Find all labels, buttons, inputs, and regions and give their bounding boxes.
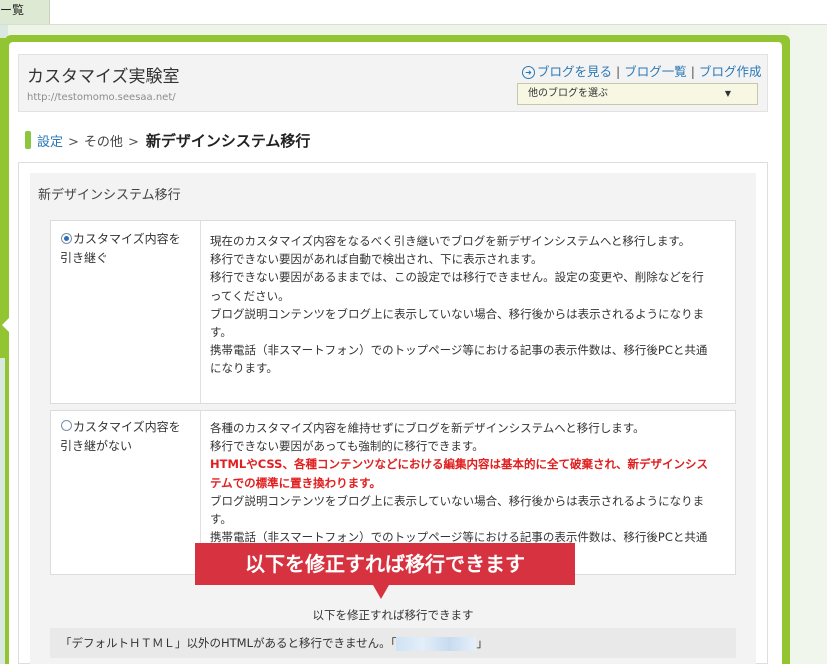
option-keep-description: 現在のカスタマイズ内容をなるべく引き継いでブログを新デザインシステムへと移行しま… xyxy=(210,232,715,378)
link-separator: | xyxy=(690,64,695,79)
caret-down-icon: ▼ xyxy=(724,89,731,98)
breadcrumb-arrow: > xyxy=(68,135,79,150)
option-keep-label[interactable]: カスタマイズ内容を引き継ぐ xyxy=(60,230,190,268)
breadcrumb-other: その他 xyxy=(83,135,123,150)
description-line: 移行できない要因があれば自動で検出され、下に表示されます。 xyxy=(210,252,543,267)
right-backdrop xyxy=(790,25,827,664)
description-line: ブログ説明コンテンツをブログ上に表示していない場合、移行後からは表示されるように… xyxy=(210,493,705,527)
breadcrumb-settings-link[interactable]: 設定 xyxy=(37,135,63,150)
blog-list-link[interactable]: ブログ一覧 xyxy=(624,64,687,79)
top-tab-list[interactable]: ー覧 xyxy=(0,0,50,24)
blog-title: カスタマイズ実験室 xyxy=(27,67,180,87)
circle-arrow-icon: ➜ xyxy=(522,66,535,79)
option-divider xyxy=(200,221,201,403)
page-title: 新デザインシステム移行 xyxy=(145,132,311,150)
issue-text: 「デフォルトＨＴＭＬ」以外のHTMLがあると移行できません。「 xyxy=(60,636,397,650)
description-line: 各種のカスタマイズ内容を維持せずにブログを新デザインシステムへと移行します。 xyxy=(210,421,645,435)
warning-text: HTMLやCSS、各種コンテンツなどにおける編集内容は基本的に全て破棄され、新デ… xyxy=(210,457,709,490)
description-line: 移行できない要因があっても強制的に移行できます。 xyxy=(210,439,484,454)
blog-select[interactable]: 他のブログを選ぶ ▼ xyxy=(517,83,758,105)
issue-text-end: 」 xyxy=(476,636,488,650)
description-line: 携帯電話（非スマートフォン）でのトップページ等における記事の表示件数は、移行後P… xyxy=(210,343,708,376)
callout-pointer-icon xyxy=(373,585,389,599)
redacted-template-name xyxy=(396,636,477,651)
description-line: ブログ説明コンテンツをブログ上に表示していない場合、移行後からは表示されるように… xyxy=(210,306,705,340)
blog-select-value: 他のブログを選ぶ xyxy=(528,88,608,99)
view-blog-link[interactable]: ブログを見る xyxy=(537,64,612,79)
top-strip xyxy=(0,0,827,25)
breadcrumb-arrow: > xyxy=(127,135,139,150)
description-line: 現在のカスタマイズ内容をなるべく引き継いでブログを新デザインシステムへと移行しま… xyxy=(210,234,691,248)
header-links: ➜ ブログを見る | ブログ一覧 | ブログ作成 xyxy=(522,61,761,80)
breadcrumb: 設定 > その他 > 新デザインシステム移行 xyxy=(37,130,310,151)
blog-url: http://testomomo.seesaa.net/ xyxy=(27,92,176,103)
migration-callout: 以下を修正すれば移行できます xyxy=(195,543,575,585)
description-line: 移行できない要因があるままでは、この設定では移行できません。設定の変更や、削除な… xyxy=(210,270,704,303)
breadcrumb-marker xyxy=(25,131,31,149)
option-discard-label[interactable]: カスタマイズ内容を引き継がない xyxy=(60,418,190,456)
option-discard-radio[interactable] xyxy=(61,420,72,431)
create-blog-link[interactable]: ブログ作成 xyxy=(699,64,762,79)
left-notch-icon xyxy=(2,318,9,332)
link-separator: | xyxy=(616,64,621,79)
fix-heading: 以下を修正すれば移行できます xyxy=(312,608,474,622)
panel-title: 新デザインシステム移行 xyxy=(38,188,181,203)
option-keep-radio[interactable] xyxy=(61,233,72,244)
issue-row: 「デフォルトＨＴＭＬ」以外のHTMLがあると移行できません。「 」 xyxy=(50,628,736,658)
